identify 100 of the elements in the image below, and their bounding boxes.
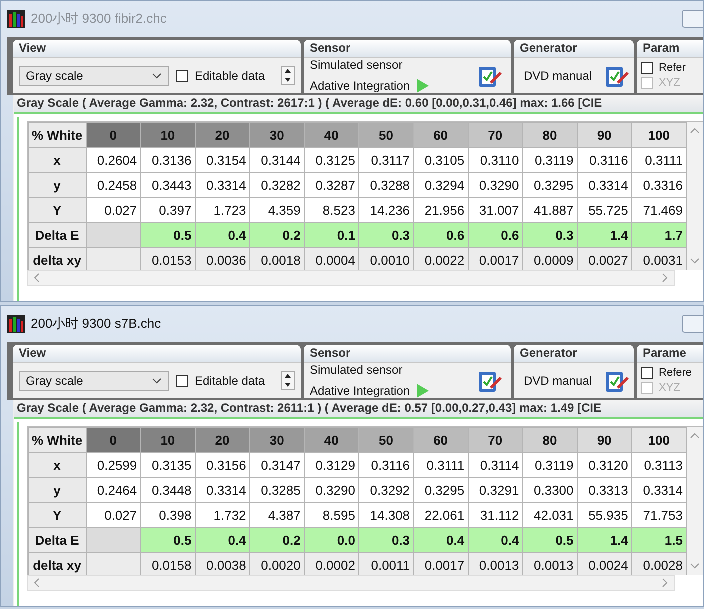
chevron-down-icon[interactable]: [690, 563, 700, 569]
view-dropdown[interactable]: Gray scale: [19, 66, 169, 86]
table-cell: 0.3448: [140, 478, 196, 502]
table-cell: 0.3110: [468, 148, 523, 172]
table-cell: 0.3314: [195, 478, 250, 502]
view-dropdown[interactable]: Gray scale: [19, 370, 169, 390]
spin-button[interactable]: [281, 66, 295, 85]
window-title: 200小时 9300 s7B.chc: [31, 315, 162, 333]
window-title: 200小时 9300 fibir2.chc: [31, 10, 167, 28]
table-cell: 0.3111: [414, 452, 468, 478]
table-cell: 0.3282: [250, 172, 304, 198]
table-cell: 0.6: [414, 222, 468, 248]
table-cell: 0.0020: [250, 552, 304, 575]
chevron-left-icon[interactable]: [34, 578, 40, 588]
checkbox-label: XYZ: [659, 382, 680, 394]
row-header: Delta E: [28, 528, 86, 552]
up-triangle-icon[interactable]: [282, 372, 294, 380]
chevron-right-icon[interactable]: [662, 273, 668, 283]
minimize-button[interactable]: [682, 10, 703, 28]
up-triangle-icon[interactable]: [282, 67, 294, 75]
sensor-mode: Adative Integration: [310, 384, 410, 398]
checkbox-label: Editable data: [195, 374, 266, 388]
checkbox-label: Refer: [659, 62, 686, 74]
table-cell: 0.3292: [358, 478, 414, 502]
minimize-button[interactable]: [682, 315, 703, 333]
column-header: 80: [522, 428, 578, 452]
spin-button[interactable]: [281, 371, 295, 390]
table-cell: 0.3120: [577, 452, 632, 478]
table-cell: 0.3154: [195, 148, 250, 172]
column-header: 0: [86, 428, 141, 452]
table-cell: 0.027: [86, 502, 141, 528]
chevron-down-icon: [152, 72, 162, 78]
table-cell: 14.236: [358, 198, 414, 222]
table-cell: 0.3314: [632, 478, 686, 502]
column-header: 70: [468, 428, 523, 452]
checkbox[interactable]: [176, 374, 188, 386]
down-triangle-icon[interactable]: [282, 381, 294, 389]
horizontal-scrollbar[interactable]: [27, 575, 675, 591]
table-cell: 0.5: [140, 528, 196, 552]
play-icon[interactable]: [416, 383, 430, 398]
chevron-down-icon: [152, 378, 162, 384]
table-cell: 0.4: [195, 222, 250, 248]
table-cell: 42.031: [522, 502, 578, 528]
table-cell: 0.5: [140, 222, 196, 248]
down-triangle-icon[interactable]: [282, 76, 294, 84]
column-header: 40: [304, 428, 359, 452]
vertical-scrollbar[interactable]: [687, 122, 703, 270]
table-cell: 0.0017: [414, 552, 468, 575]
table-cell: 21.956: [414, 198, 468, 222]
chevron-left-icon[interactable]: [34, 273, 40, 283]
table-cell: 0.2458: [86, 172, 141, 198]
horizontal-scrollbar[interactable]: [27, 270, 675, 286]
table-cell: 0.0009: [522, 248, 578, 270]
table-cell: 0.3111: [632, 148, 686, 172]
table-cell: 0.3114: [468, 452, 523, 478]
column-header: 10: [140, 428, 196, 452]
panel-title: Sensor: [304, 345, 511, 363]
table-cell: 0.3285: [250, 478, 304, 502]
column-header: 20: [195, 428, 250, 452]
table-cell: 0.4: [195, 528, 250, 552]
panel-title: Sensor: [304, 40, 511, 58]
chevron-up-icon[interactable]: [690, 433, 700, 439]
table-cell: 0.2: [250, 222, 304, 248]
column-header: 70: [468, 122, 523, 148]
table-cell: 55.725: [577, 198, 632, 222]
row-header: Y: [28, 502, 86, 528]
chevron-right-icon[interactable]: [662, 578, 668, 588]
table-cell: 0.0011: [358, 552, 414, 575]
sensor-name: Simulated sensor: [310, 58, 404, 72]
checkbox[interactable]: [641, 62, 653, 74]
table-cell: 0.0031: [632, 248, 686, 270]
chevron-down-icon[interactable]: [690, 258, 700, 264]
table-cell: 0.5: [522, 528, 578, 552]
table-cell: 0.3144: [250, 148, 304, 172]
table-cell: 0.3314: [195, 172, 250, 198]
table-cell: 4.359: [250, 198, 304, 222]
table-cell: 0.3125: [304, 148, 359, 172]
table-cell: 0.6: [468, 222, 523, 248]
column-header: % White: [28, 428, 86, 452]
vertical-scrollbar[interactable]: [687, 427, 703, 575]
table-cell: 0.398: [140, 502, 196, 528]
table-cell: 0.3135: [140, 452, 196, 478]
checkbox[interactable]: [176, 70, 188, 82]
column-header: 100: [632, 428, 686, 452]
table-cell: 0.3316: [632, 172, 686, 198]
play-icon[interactable]: [416, 78, 430, 93]
table-cell: 0.0002: [304, 552, 359, 575]
table-cell: 0.3119: [522, 452, 578, 478]
checkbox[interactable]: [641, 367, 653, 379]
table-cell: 0.0013: [468, 552, 523, 575]
table-cell: 0.0: [304, 528, 359, 552]
table-cell: 4.387: [250, 502, 304, 528]
table-cell: 71.469: [632, 198, 686, 222]
chevron-up-icon[interactable]: [690, 128, 700, 134]
table-cell: 0.0028: [632, 552, 686, 575]
table-cell: 0.3: [522, 222, 578, 248]
panel-title: View: [13, 40, 301, 58]
table-cell: 1.7: [632, 222, 686, 248]
table-cell: 71.753: [632, 502, 686, 528]
table-cell: 0.3: [358, 528, 414, 552]
